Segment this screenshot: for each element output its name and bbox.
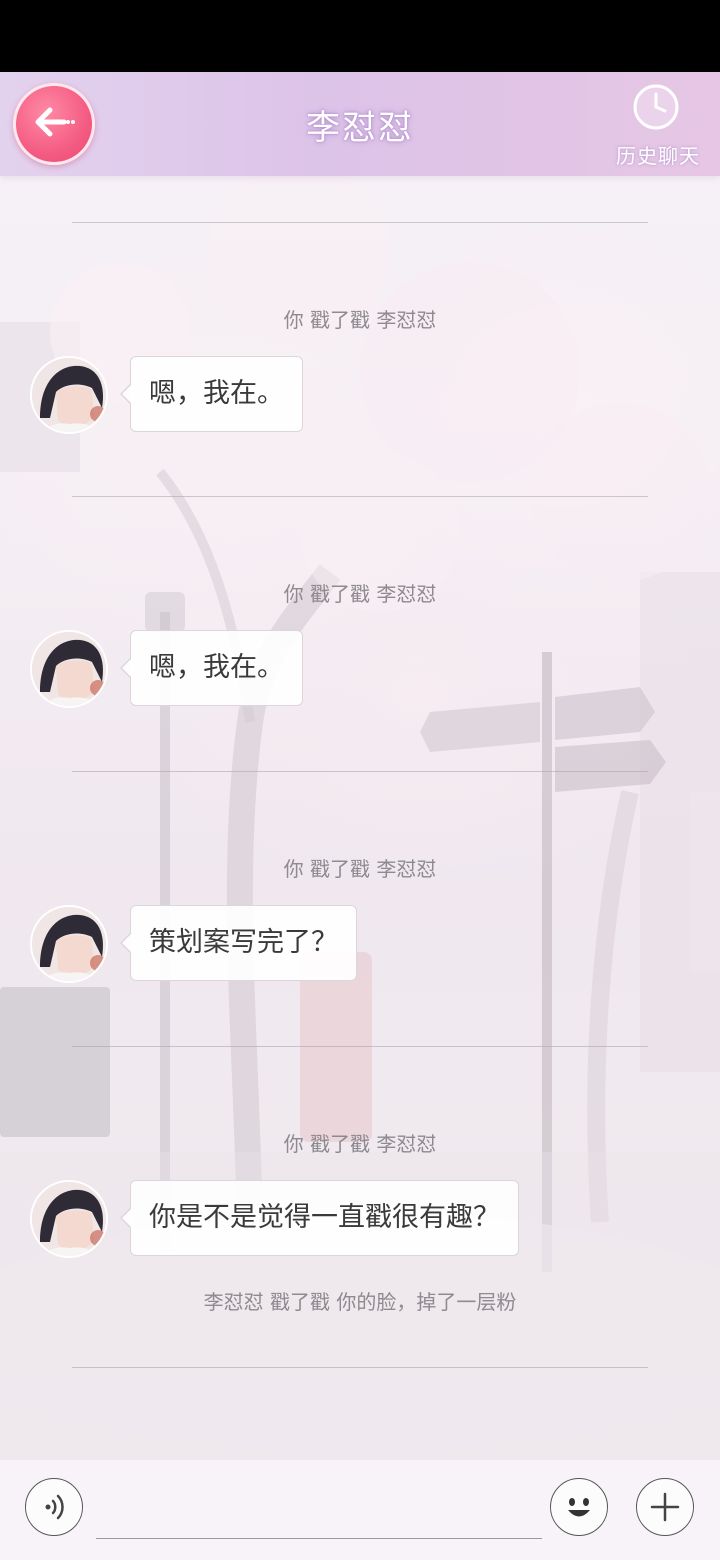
history-chat-label: 历史聊天 <box>616 144 700 168</box>
message-bubble[interactable]: 嗯，我在。 <box>120 630 303 706</box>
poke-reply-notice: 李怼怼 戳了戳 你的脸，掉了一层粉 <box>203 1290 517 1314</box>
chat-screen: 李怼怼 历史聊天 你 戳了戳 李怼怼 嗯，我在。 你 戳了戳 李怼怼 嗯，我在。… <box>0 0 720 1560</box>
avatar[interactable] <box>30 1180 108 1258</box>
chat-header: 李怼怼 历史聊天 <box>0 72 720 176</box>
history-chat-button[interactable]: 历史聊天 <box>606 80 710 172</box>
message-divider <box>72 1367 648 1368</box>
avatar[interactable] <box>30 356 108 434</box>
message-bubble[interactable]: 你是不是觉得一直戳很有趣？ <box>120 1180 519 1256</box>
clock-icon <box>632 83 680 131</box>
poke-notice: 你 戳了戳 李怼怼 <box>283 308 437 332</box>
message-bubble[interactable]: 策划案写完了？ <box>120 905 357 981</box>
avatar[interactable] <box>30 630 108 708</box>
poke-notice: 你 戳了戳 李怼怼 <box>283 857 437 881</box>
back-button[interactable] <box>13 83 95 165</box>
status-bar <box>0 0 720 72</box>
message-divider <box>72 1046 648 1047</box>
add-button[interactable] <box>636 1478 694 1536</box>
emoji-button[interactable] <box>550 1478 608 1536</box>
message-input[interactable] <box>96 1490 542 1539</box>
message-divider <box>72 222 648 223</box>
avatar[interactable] <box>30 905 108 983</box>
input-bar <box>0 1460 720 1560</box>
message-bubble[interactable]: 嗯，我在。 <box>120 356 303 432</box>
poke-notice: 你 戳了戳 李怼怼 <box>283 582 437 606</box>
message-divider <box>72 496 648 497</box>
voice-button[interactable] <box>25 1478 83 1536</box>
message-divider <box>72 771 648 772</box>
chat-title: 李怼怼 <box>306 108 414 148</box>
message-list[interactable]: 你 戳了戳 李怼怼 嗯，我在。 你 戳了戳 李怼怼 嗯，我在。 你 戳了戳 李怼… <box>0 176 720 1460</box>
poke-notice: 你 戳了戳 李怼怼 <box>283 1132 437 1156</box>
